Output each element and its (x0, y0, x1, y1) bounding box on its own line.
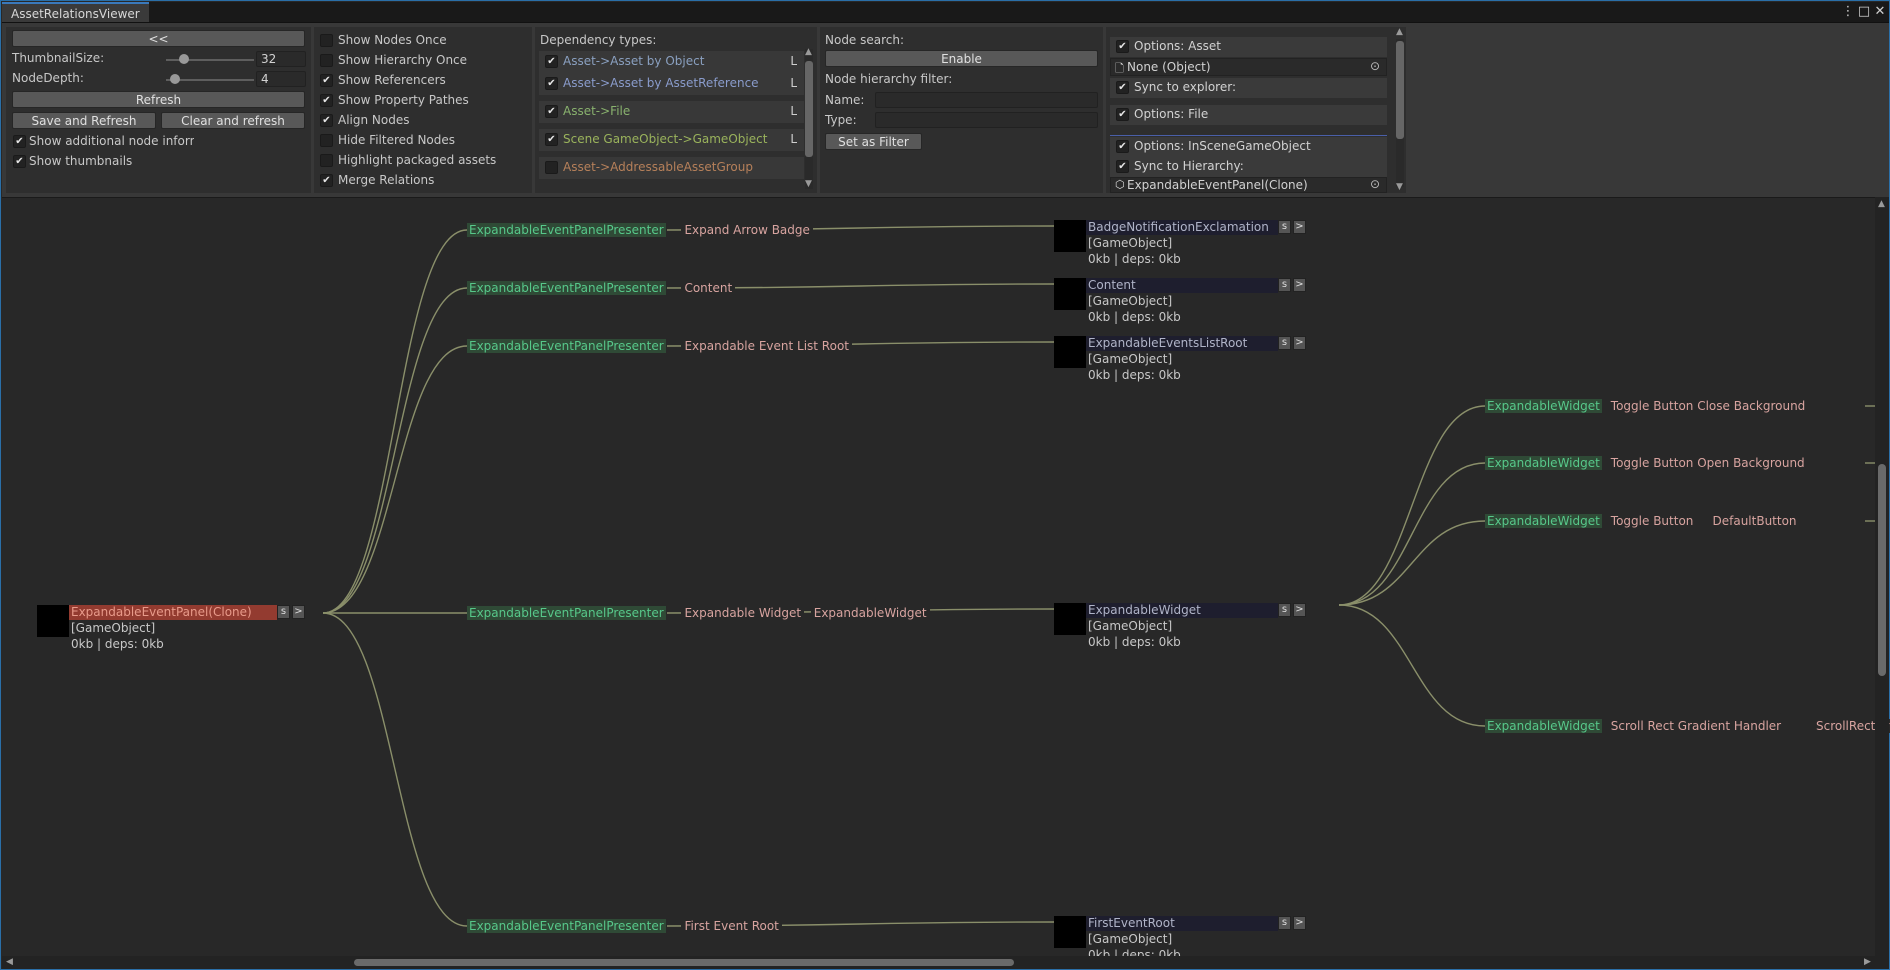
relation-edge (322, 229, 468, 614)
relation-graph-edges (322, 225, 1875, 927)
node-type: [GameObject] (71, 621, 156, 635)
property-path-label: Expandable Widget (681, 606, 805, 620)
node-thumbnail (1054, 916, 1086, 948)
node-thumbnail (37, 605, 69, 637)
node-thumbnail (1054, 220, 1086, 252)
relation-edge (322, 345, 468, 614)
node-name[interactable]: ExpandableEventsListRoot (1086, 336, 1278, 351)
relation-type-label: ExpandableEventPanelPresenter (467, 606, 666, 620)
node-thumbnail (1054, 336, 1086, 368)
node-type: [GameObject] (1088, 932, 1173, 946)
relation-edge (1338, 604, 1486, 727)
node-select-button[interactable]: s (1278, 603, 1291, 617)
node-name[interactable]: ExpandableEventPanel(Clone) (69, 605, 277, 620)
node-type: [GameObject] (1088, 236, 1173, 250)
graph-scroll-right-icon[interactable]: ▶ (1864, 957, 1871, 967)
graph-vertical-scrollbar-thumb[interactable] (1878, 464, 1886, 676)
property-path-label: Scroll Rect Gradient Handler (1607, 719, 1785, 733)
node-type: [GameObject] (1088, 294, 1173, 308)
node-size: 0kb | deps: 0kb (1088, 310, 1181, 324)
relation-type-label: ExpandableWidget (1485, 456, 1602, 470)
property-path-label: Toggle Button (1607, 514, 1697, 528)
node-name[interactable]: ExpandableWidget (1086, 603, 1278, 618)
node-expand-button[interactable]: > (1293, 916, 1306, 930)
property-path-label: Expand Arrow Badge (681, 223, 813, 237)
graph-horizontal-scrollbar-thumb[interactable] (354, 959, 1014, 966)
relation-type-label: ExpandableEventPanelPresenter (467, 281, 666, 295)
node-select-button[interactable]: s (1278, 220, 1291, 234)
node-size: 0kb | deps: 0kb (1088, 368, 1181, 382)
relation-type-label: ExpandableWidget (1485, 399, 1602, 413)
node-size: 0kb | deps: 0kb (71, 637, 164, 651)
node-select-button[interactable]: s (1278, 336, 1291, 350)
property-path-label: ExpandableWidget (810, 606, 930, 620)
graph-scroll-left-icon[interactable]: ◀ (6, 957, 13, 967)
node-expand-button[interactable]: > (1293, 278, 1306, 292)
node-expand-button[interactable]: > (1293, 603, 1306, 617)
node-type: [GameObject] (1088, 619, 1173, 633)
relation-edge (322, 612, 468, 927)
graph-scroll-up-icon[interactable]: ▲ (1878, 199, 1885, 209)
node-select-button[interactable]: s (1278, 278, 1291, 292)
asset-relations-window: AssetRelationsViewer ⋮ □ ✕ << ThumbnailS… (0, 0, 1890, 970)
relation-edge (1338, 405, 1486, 606)
property-path-label: DefaultButton (1709, 514, 1800, 528)
property-path-label: Expandable Event List Root (681, 339, 852, 353)
node-expand-button[interactable]: > (292, 605, 305, 619)
relation-type-label: ExpandableEventPanelPresenter (467, 339, 666, 353)
relation-type-label: ExpandableWidget (1485, 514, 1602, 528)
property-path-label: First Event Root (681, 919, 782, 933)
node-type: [GameObject] (1088, 352, 1173, 366)
node-expand-button[interactable]: > (1293, 220, 1306, 234)
node-size: 0kb | deps: 0kb (1088, 635, 1181, 649)
node-name[interactable]: FirstEventRoot (1086, 916, 1278, 931)
node-thumbnail (1054, 603, 1086, 635)
graph-vertical-scrollbar[interactable]: ▲ (1875, 197, 1889, 956)
relation-edge (322, 287, 468, 614)
node-select-button[interactable]: s (277, 605, 290, 619)
graph-horizontal-scrollbar[interactable]: ◀ ▶ (2, 956, 1889, 969)
relation-type-label: ExpandableEventPanelPresenter (467, 223, 666, 237)
property-path-label: Toggle Button Open Background (1607, 456, 1808, 470)
node-name[interactable]: BadgeNotificationExclamation (1086, 220, 1278, 235)
property-path-label: Content (681, 281, 736, 295)
node-expand-button[interactable]: > (1293, 336, 1306, 350)
node-size: 0kb | deps: 0kb (1088, 252, 1181, 266)
relation-type-label: ExpandableEventPanelPresenter (467, 919, 666, 933)
node-name[interactable]: Content (1086, 278, 1278, 293)
node-thumbnail (1054, 278, 1086, 310)
relation-edge (1338, 462, 1486, 606)
relation-type-label: ExpandableWidget (1485, 719, 1602, 733)
property-path-label: Toggle Button Close Background (1607, 399, 1809, 413)
node-select-button[interactable]: s (1278, 916, 1291, 930)
